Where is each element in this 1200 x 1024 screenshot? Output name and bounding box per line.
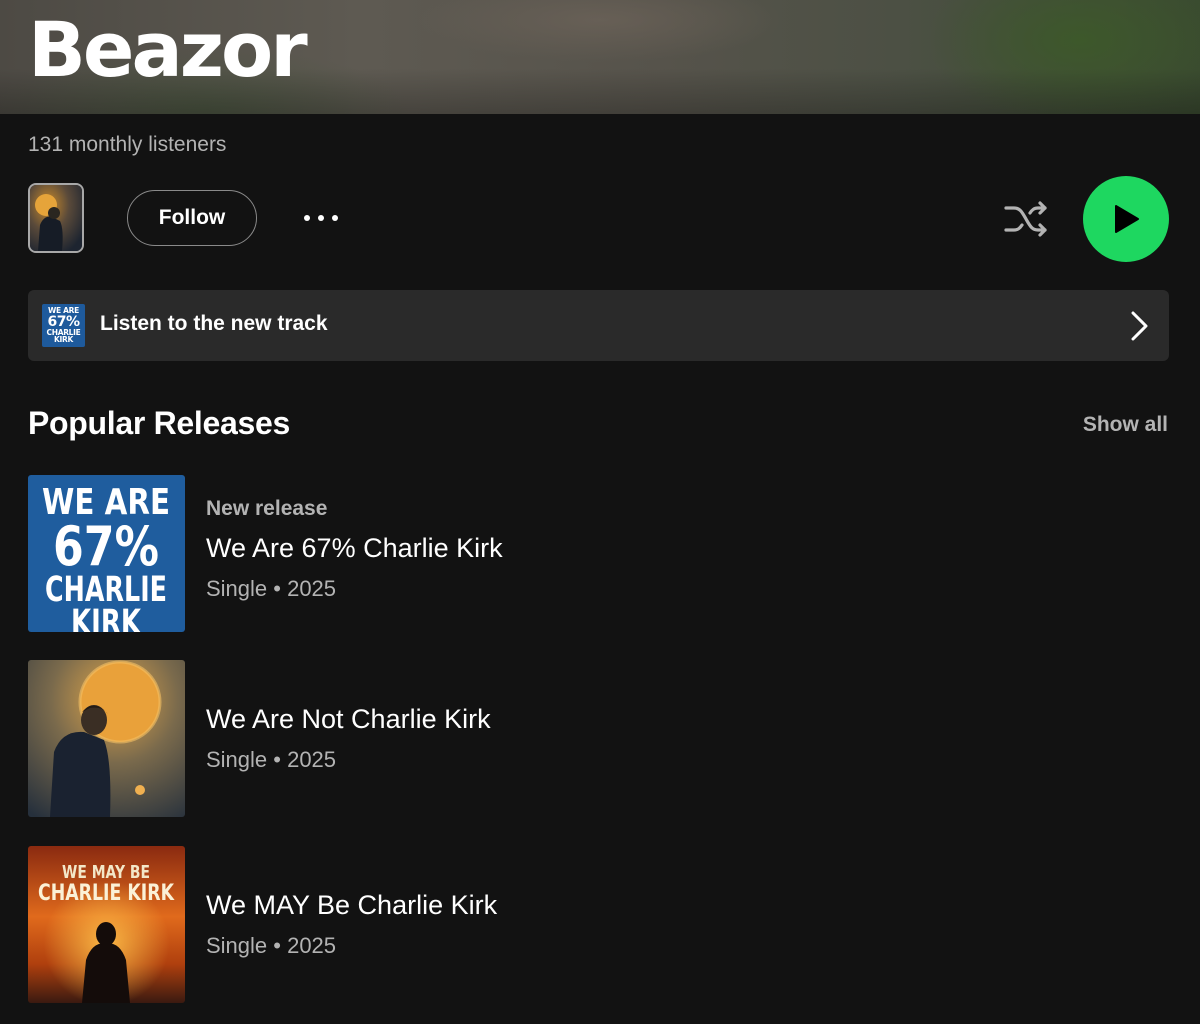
cover-line: 67%: [53, 515, 159, 578]
cover-line: WE MAY BE: [62, 862, 150, 883]
artist-avatar-image: [30, 185, 82, 251]
release-cover-art: WE ARE 67% CHARLIE KIRK: [28, 475, 185, 632]
artist-name: Beazor: [28, 5, 308, 94]
release-cover: [28, 660, 185, 817]
release-cover: WE MAY BE CHARLIE KIRK: [28, 846, 185, 1003]
cover-line: CHARLIE KIRK: [38, 881, 175, 906]
release-row[interactable]: We Are Not Charlie Kirk Single • 2025: [28, 660, 1169, 817]
release-title: We MAY Be Charlie Kirk: [206, 890, 498, 920]
release-row[interactable]: WE ARE 67% CHARLIE KIRK New release We A…: [28, 475, 1169, 632]
release-cover-art: WE MAY BE CHARLIE KIRK: [28, 846, 185, 1003]
release-row[interactable]: WE MAY BE CHARLIE KIRK We MAY Be Charlie…: [28, 846, 1169, 1003]
new-track-cover: WE ARE 67% CHARLIE KIRK: [42, 304, 85, 347]
release-badge: New release: [206, 497, 328, 520]
section-title-popular-releases: Popular Releases: [28, 405, 290, 441]
shuffle-icon: [1004, 201, 1047, 237]
release-title: We Are Not Charlie Kirk: [206, 704, 491, 734]
release-cover-art: [28, 660, 185, 817]
shuffle-button[interactable]: [1000, 196, 1052, 242]
artist-avatar[interactable]: [28, 183, 84, 253]
cover-line: KIRK: [71, 603, 142, 632]
more-options-button[interactable]: [296, 200, 346, 236]
chevron-right-icon: [1131, 311, 1148, 341]
release-subtitle: Single • 2025: [206, 933, 337, 958]
monthly-listeners: 131 monthly listeners: [28, 133, 227, 156]
release-cover: WE ARE 67% CHARLIE KIRK: [28, 475, 185, 632]
new-track-banner[interactable]: WE ARE 67% CHARLIE KIRK Listen to the ne…: [28, 290, 1169, 361]
play-icon: [1115, 205, 1139, 233]
release-subtitle: Single • 2025: [206, 576, 337, 601]
promo-cover-line: KIRK: [54, 335, 73, 345]
release-title: We Are 67% Charlie Kirk: [206, 533, 503, 563]
more-horizontal-icon: [304, 215, 338, 221]
promo-cover-line: 67%: [47, 313, 80, 330]
artist-page: Beazor 131 monthly listeners Follow WE A…: [0, 0, 1200, 1024]
follow-button[interactable]: Follow: [127, 190, 257, 246]
release-subtitle: Single • 2025: [206, 747, 337, 772]
show-all-link[interactable]: Show all: [1083, 413, 1168, 437]
new-track-label: Listen to the new track: [100, 312, 328, 335]
artist-header-banner: Beazor: [0, 0, 1200, 114]
play-button[interactable]: [1083, 176, 1169, 262]
